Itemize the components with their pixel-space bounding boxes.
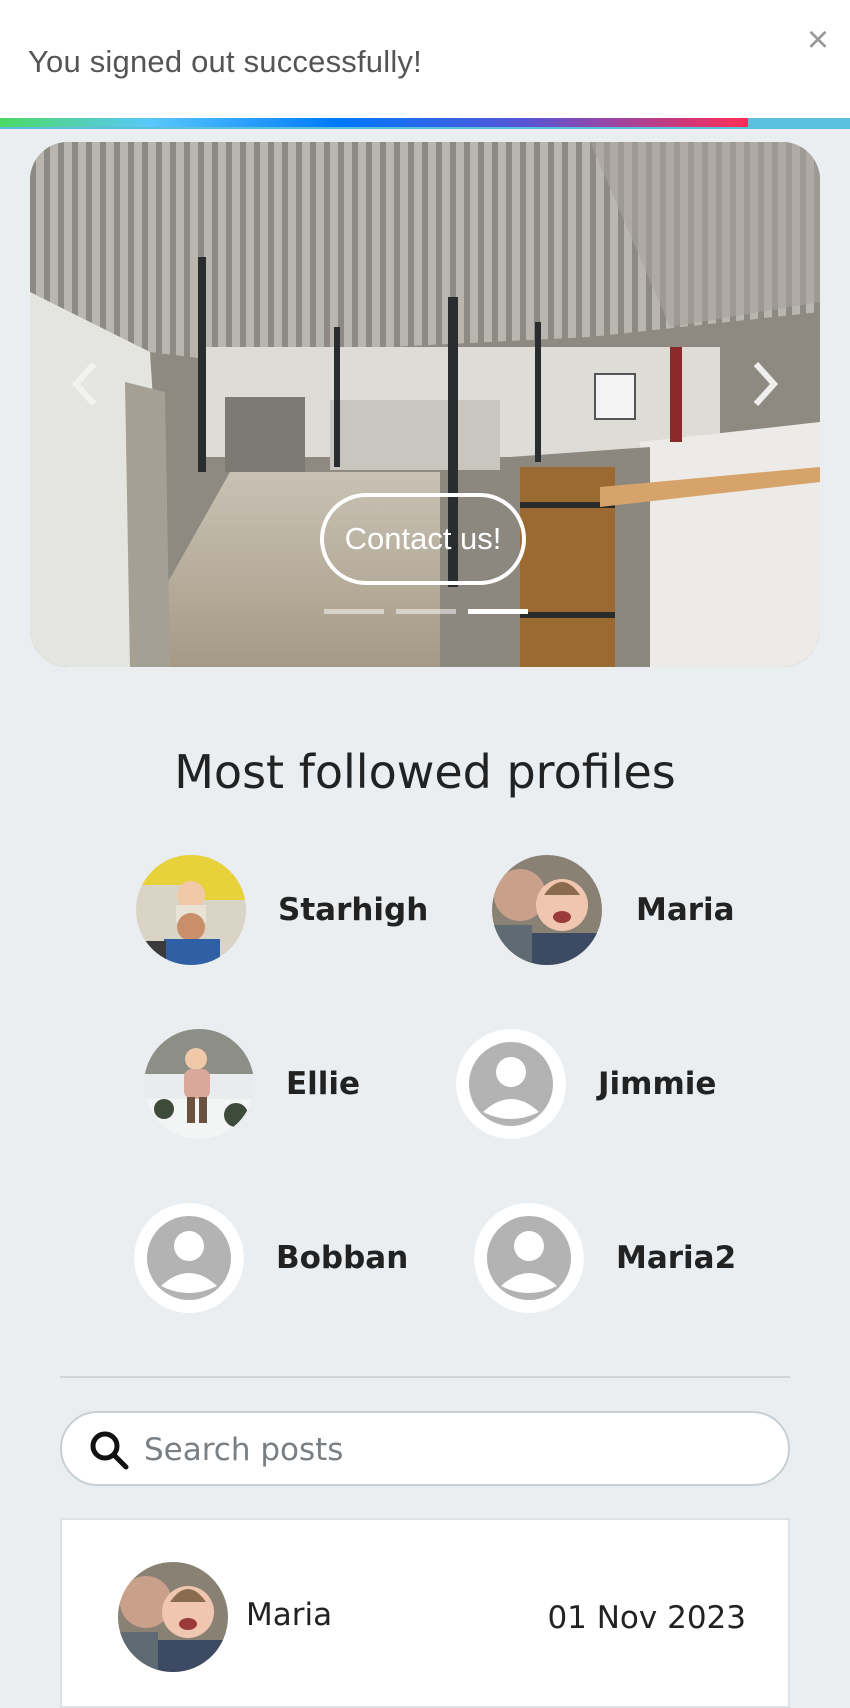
default-user-icon — [134, 1203, 244, 1313]
close-icon[interactable]: × — [800, 21, 836, 59]
post-card[interactable]: Maria 01 Nov 2023 — [60, 1518, 790, 1708]
image-carousel — [30, 142, 820, 667]
search-bar — [60, 1411, 790, 1486]
section-title-most-followed: Most followed profiles — [174, 745, 676, 799]
sign-out-toast: You signed out successfully! × — [0, 0, 850, 129]
chevron-right-icon[interactable] — [744, 354, 784, 414]
avatar — [144, 1029, 254, 1139]
profile-name: Bobban — [276, 1240, 409, 1276]
avatar — [136, 855, 246, 965]
carousel-indicator-3[interactable] — [468, 609, 528, 614]
default-user-icon — [456, 1029, 566, 1139]
search-input[interactable] — [142, 1423, 766, 1477]
search-icon — [90, 1431, 129, 1470]
avatar[interactable] — [118, 1562, 228, 1672]
carousel-indicator-2[interactable] — [396, 609, 456, 614]
profile-name: Jimmie — [598, 1066, 717, 1102]
default-user-icon — [474, 1203, 584, 1313]
profile-name: Starhigh — [278, 892, 429, 928]
divider — [60, 1376, 790, 1378]
carousel-indicator-1[interactable] — [324, 609, 384, 614]
profile-name: Maria — [636, 892, 735, 928]
avatar — [492, 855, 602, 965]
post-date: 01 Nov 2023 — [547, 1600, 746, 1636]
chevron-left-icon[interactable] — [66, 354, 106, 414]
contact-us-button[interactable]: Contact us! — [320, 493, 526, 585]
toast-message: You signed out successfully! — [28, 44, 422, 79]
toast-progress-bar — [0, 118, 748, 127]
profile-name: Maria2 — [616, 1240, 737, 1276]
post-author[interactable]: Maria — [246, 1597, 332, 1633]
stable-interior-photo — [30, 142, 820, 667]
profile-name: Ellie — [286, 1066, 361, 1102]
